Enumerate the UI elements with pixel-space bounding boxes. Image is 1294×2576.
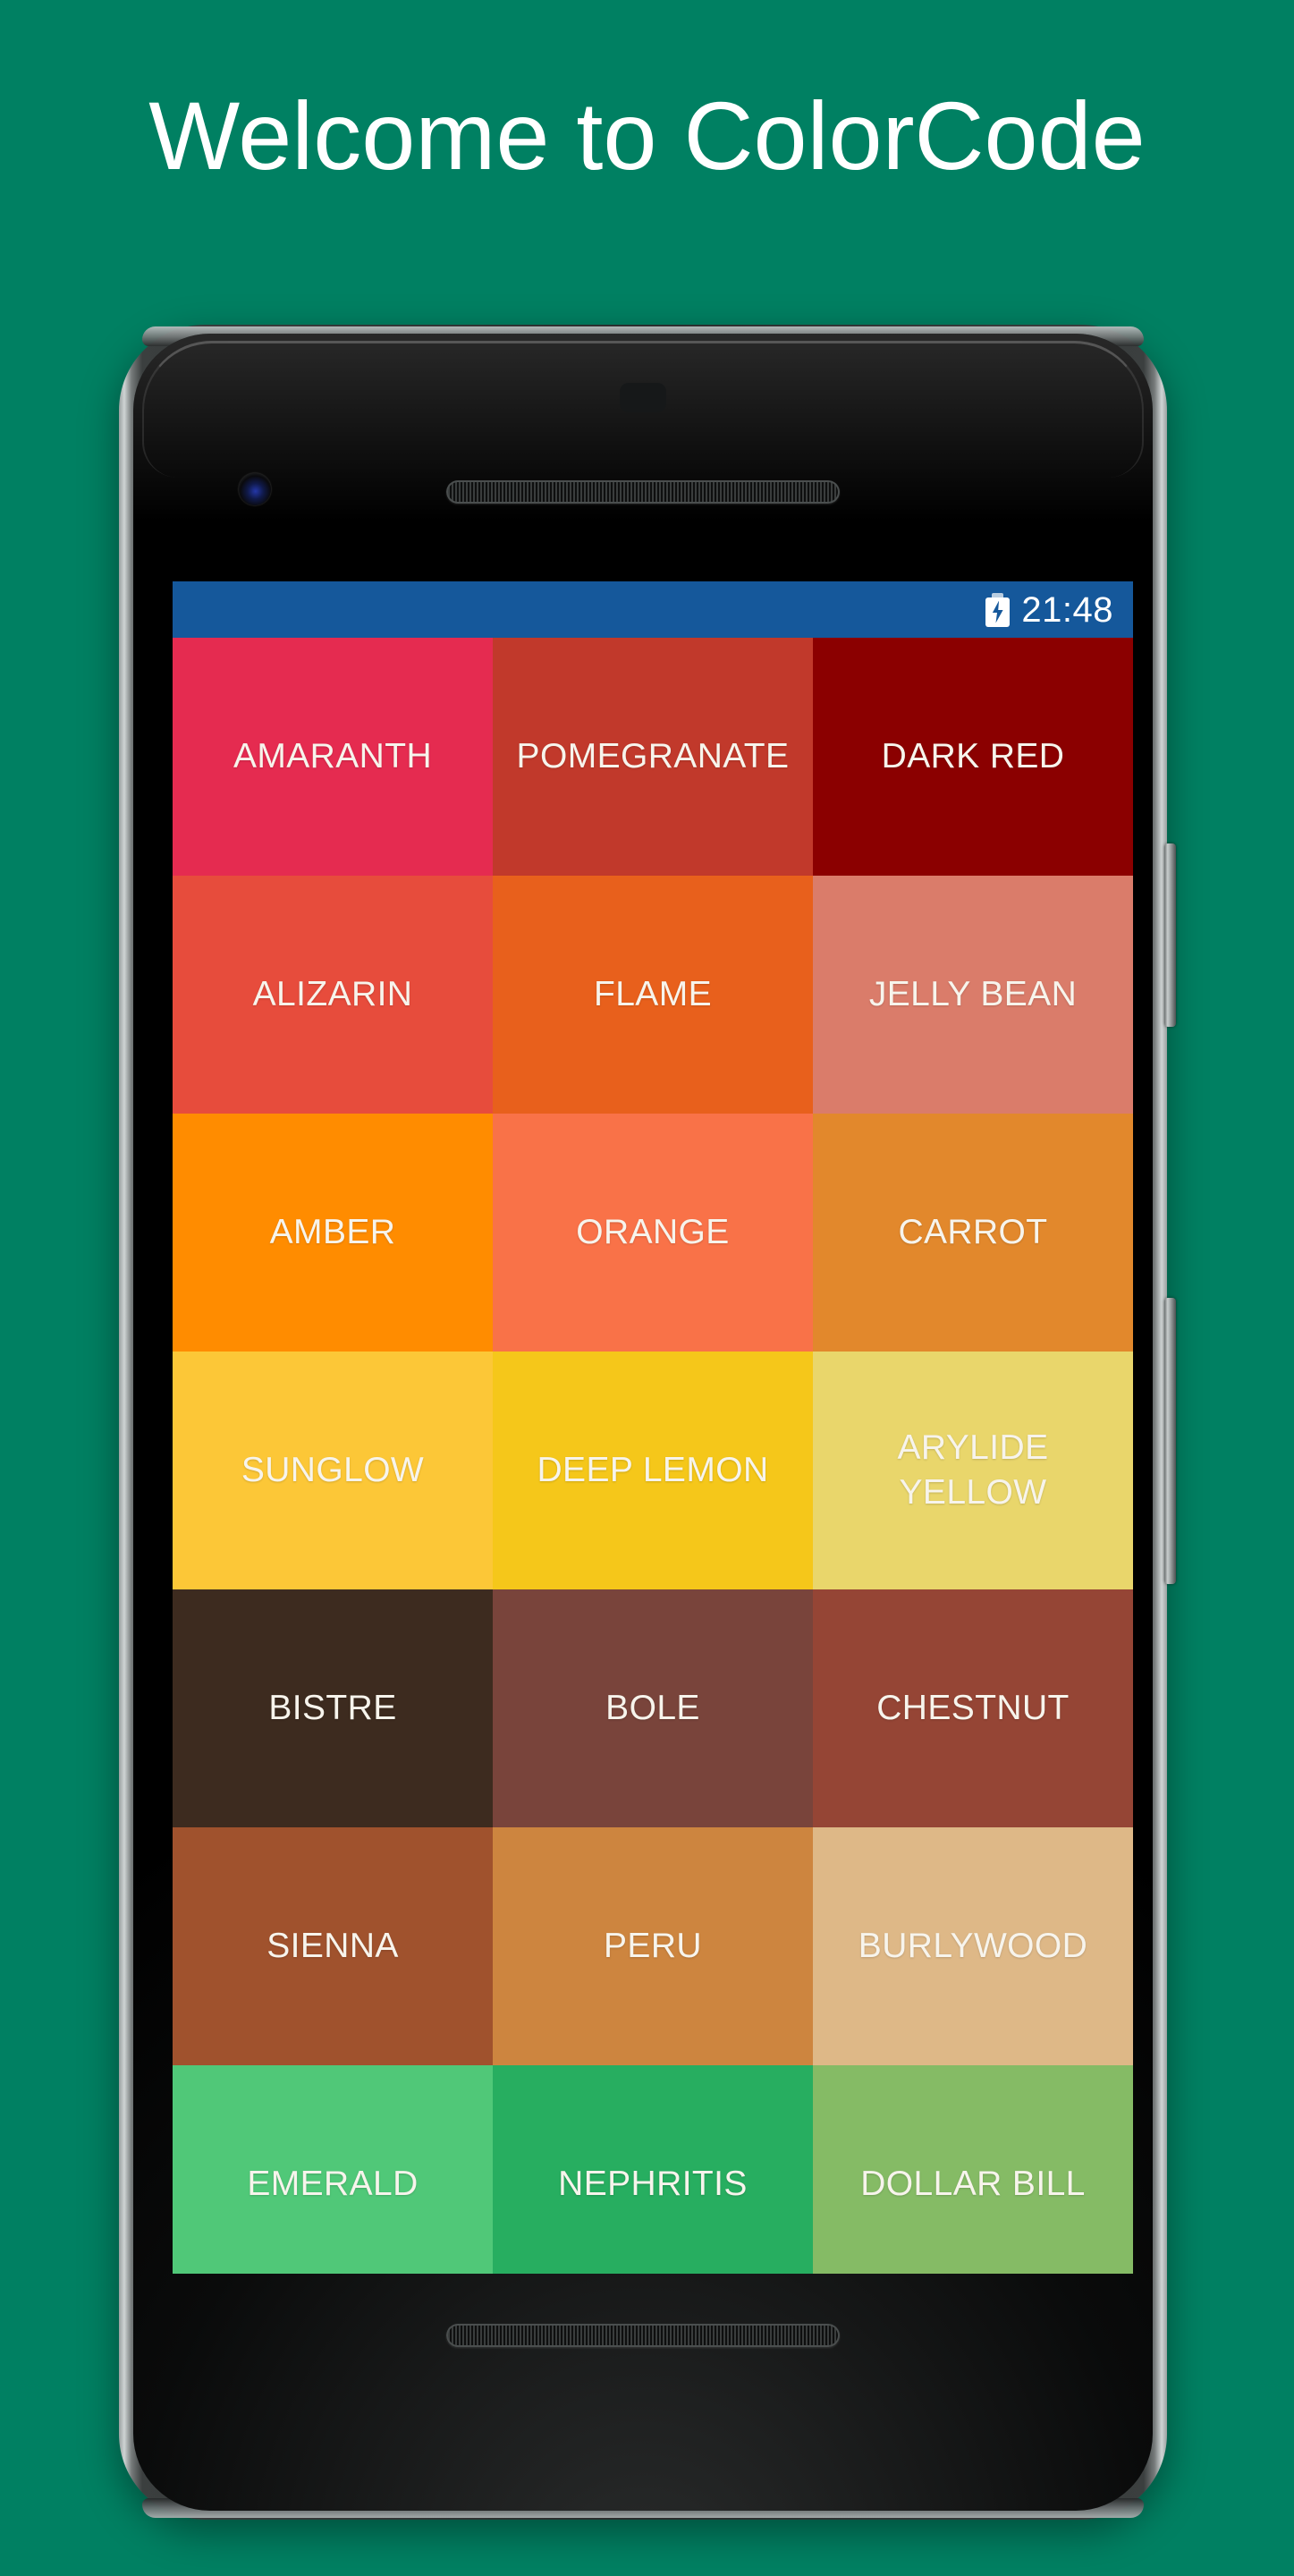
color-tile[interactable]: CARROT (813, 1114, 1133, 1352)
color-tile[interactable]: ARYLIDE YELLOW (813, 1352, 1133, 1589)
color-tile[interactable]: ALIZARIN (173, 876, 493, 1114)
phone-body: 21:48 AMARANTH POMEGRANATE DARK RED ALIZARI… (133, 334, 1153, 2511)
color-tile[interactable]: NEPHRITIS (493, 2065, 813, 2274)
color-tile[interactable]: JELLY BEAN (813, 876, 1133, 1114)
color-tile[interactable]: PERU (493, 1827, 813, 2065)
color-tile[interactable]: BISTRE (173, 1589, 493, 1827)
phone-screen: 21:48 AMARANTH POMEGRANATE DARK RED ALIZARI… (173, 581, 1133, 2274)
page-title: Welcome to ColorCode (148, 81, 1146, 190)
earpiece-speaker-icon (446, 480, 840, 504)
color-tile-label: JELLY BEAN (868, 975, 1078, 1013)
color-tile[interactable]: SIENNA (173, 1827, 493, 2065)
color-tile-label: BURLYWOOD (858, 1927, 1088, 1965)
color-tile[interactable]: EMERALD (173, 2065, 493, 2274)
front-camera-icon (239, 473, 271, 505)
color-tile-label: CARROT (898, 1213, 1048, 1251)
status-bar: 21:48 (173, 581, 1133, 638)
color-tile[interactable]: AMARANTH (173, 638, 493, 876)
color-tile-label: PERU (604, 1927, 702, 1965)
bottom-speaker-icon (446, 2324, 840, 2347)
color-tile-label: BOLE (605, 1689, 700, 1727)
color-tile-label: EMERALD (247, 2165, 419, 2203)
color-tile[interactable]: POMEGRANATE (493, 638, 813, 876)
phone-mockup: 21:48 AMARANTH POMEGRANATE DARK RED ALIZARI… (119, 325, 1176, 2520)
color-tile[interactable]: DOLLAR BILL (813, 2065, 1133, 2274)
color-tile-label: SIENNA (266, 1927, 399, 1965)
color-tile-label: POMEGRANATE (516, 737, 790, 775)
color-tile[interactable]: BURLYWOOD (813, 1827, 1133, 2065)
color-tile[interactable]: ORANGE (493, 1114, 813, 1352)
volume-button[interactable] (1164, 1298, 1176, 1584)
color-tile-label: DEEP LEMON (537, 1451, 769, 1489)
color-tile-label: BISTRE (268, 1689, 397, 1727)
color-grid: AMARANTH POMEGRANATE DARK RED ALIZARIN FLAME… (173, 638, 1133, 2274)
promo-page: Welcome to ColorCode 21:48 AMARANTH POME… (0, 0, 1294, 2576)
power-button[interactable] (1164, 843, 1176, 1027)
color-tile-label: ORANGE (576, 1213, 730, 1251)
color-tile-label: DARK RED (881, 737, 1065, 775)
color-tile-label: ALIZARIN (252, 975, 413, 1013)
color-tile[interactable]: DARK RED (813, 638, 1133, 876)
color-tile-label: DOLLAR BILL (860, 2165, 1086, 2203)
color-tile-label: AMBER (269, 1213, 396, 1251)
color-tile-label: CHESTNUT (876, 1689, 1070, 1727)
color-tile[interactable]: FLAME (493, 876, 813, 1114)
color-tile-label: SUNGLOW (241, 1451, 425, 1489)
color-tile[interactable]: DEEP LEMON (493, 1352, 813, 1589)
color-tile[interactable]: BOLE (493, 1589, 813, 1827)
status-bar-clock: 21:48 (1021, 589, 1113, 630)
color-tile-label: NEPHRITIS (558, 2165, 748, 2203)
color-tile[interactable]: SUNGLOW (173, 1352, 493, 1589)
color-tile-label: ARYLIDE YELLOW (897, 1428, 1049, 1512)
proximity-sensor-icon (620, 383, 666, 412)
color-tile-label: FLAME (593, 975, 713, 1013)
color-tile[interactable]: CHESTNUT (813, 1589, 1133, 1827)
battery-charging-icon (985, 592, 1011, 627)
status-bar-right: 21:48 (985, 592, 1113, 628)
color-tile[interactable]: AMBER (173, 1114, 493, 1352)
color-tile-label: AMARANTH (233, 737, 433, 775)
